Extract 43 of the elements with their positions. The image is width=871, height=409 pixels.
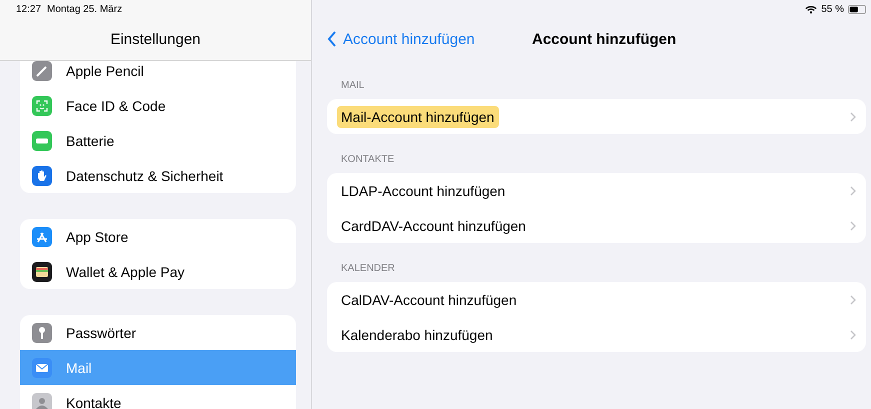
- chevron-icon: [850, 330, 856, 340]
- list-item[interactable]: Kalenderabo hinzufügen: [327, 317, 866, 352]
- battery-percentage: 55 %: [821, 4, 844, 14]
- sidebar-item[interactable]: Datenschutz & Sicherheit: [20, 158, 296, 193]
- chevron-icon: [850, 186, 856, 196]
- battery-icon: [848, 4, 866, 14]
- status-date: Montag 25. März: [47, 4, 122, 14]
- section-header: MAIL: [340, 79, 366, 93]
- battery-icon: [32, 130, 52, 150]
- chevron-icon: [850, 294, 856, 304]
- item-label: CardDAV-Account hinzufügen: [341, 216, 527, 236]
- wallet-icon: [32, 262, 52, 282]
- sidebar-item[interactable]: Face ID & Code: [20, 88, 296, 123]
- section-header: KALENDER: [340, 262, 396, 276]
- envelope-icon: [32, 358, 52, 378]
- list-item[interactable]: CardDAV-Account hinzufügen: [327, 208, 866, 243]
- sidebar-item[interactable]: Passwörter: [20, 315, 296, 350]
- back-button[interactable]: Account hinzufügen: [327, 30, 475, 48]
- section-header: KONTAKTE: [340, 153, 396, 167]
- sidebar-title: Einstellungen: [110, 30, 201, 48]
- sidebar-item[interactable]: Kontakte: [20, 385, 296, 409]
- item-label: CalDAV-Account hinzufügen: [341, 290, 518, 310]
- sidebar-item[interactable]: Apple Pencil: [20, 61, 296, 88]
- item-label: LDAP-Account hinzufügen: [341, 182, 506, 201]
- sidebar-item[interactable]: App Store: [20, 219, 296, 254]
- sidebar-item[interactable]: Wallet & Apple Pay: [20, 254, 296, 289]
- face-scan-icon: [32, 96, 52, 116]
- page-title: Account hinzufügen: [532, 30, 676, 48]
- sidebar-item[interactable]: Batterie: [20, 123, 296, 158]
- app-store-icon: [32, 226, 52, 246]
- item-label: Mail-Account hinzufügen: [337, 106, 500, 128]
- contact-icon: [32, 392, 52, 409]
- wifi-icon: [805, 4, 818, 14]
- key-icon: [32, 322, 52, 342]
- list-item[interactable]: Mail-Account hinzufügen: [327, 99, 866, 134]
- status-time: 12:27: [16, 4, 42, 14]
- list-item[interactable]: LDAP-Account hinzufügen: [327, 173, 866, 208]
- chevron-icon: [850, 112, 856, 122]
- list-item[interactable]: CalDAV-Account hinzufügen: [327, 282, 866, 317]
- hand-icon: [32, 166, 52, 186]
- item-label: Kalenderabo hinzufügen: [341, 326, 494, 345]
- back-chevron-icon: [327, 31, 337, 47]
- chevron-icon: [850, 220, 856, 230]
